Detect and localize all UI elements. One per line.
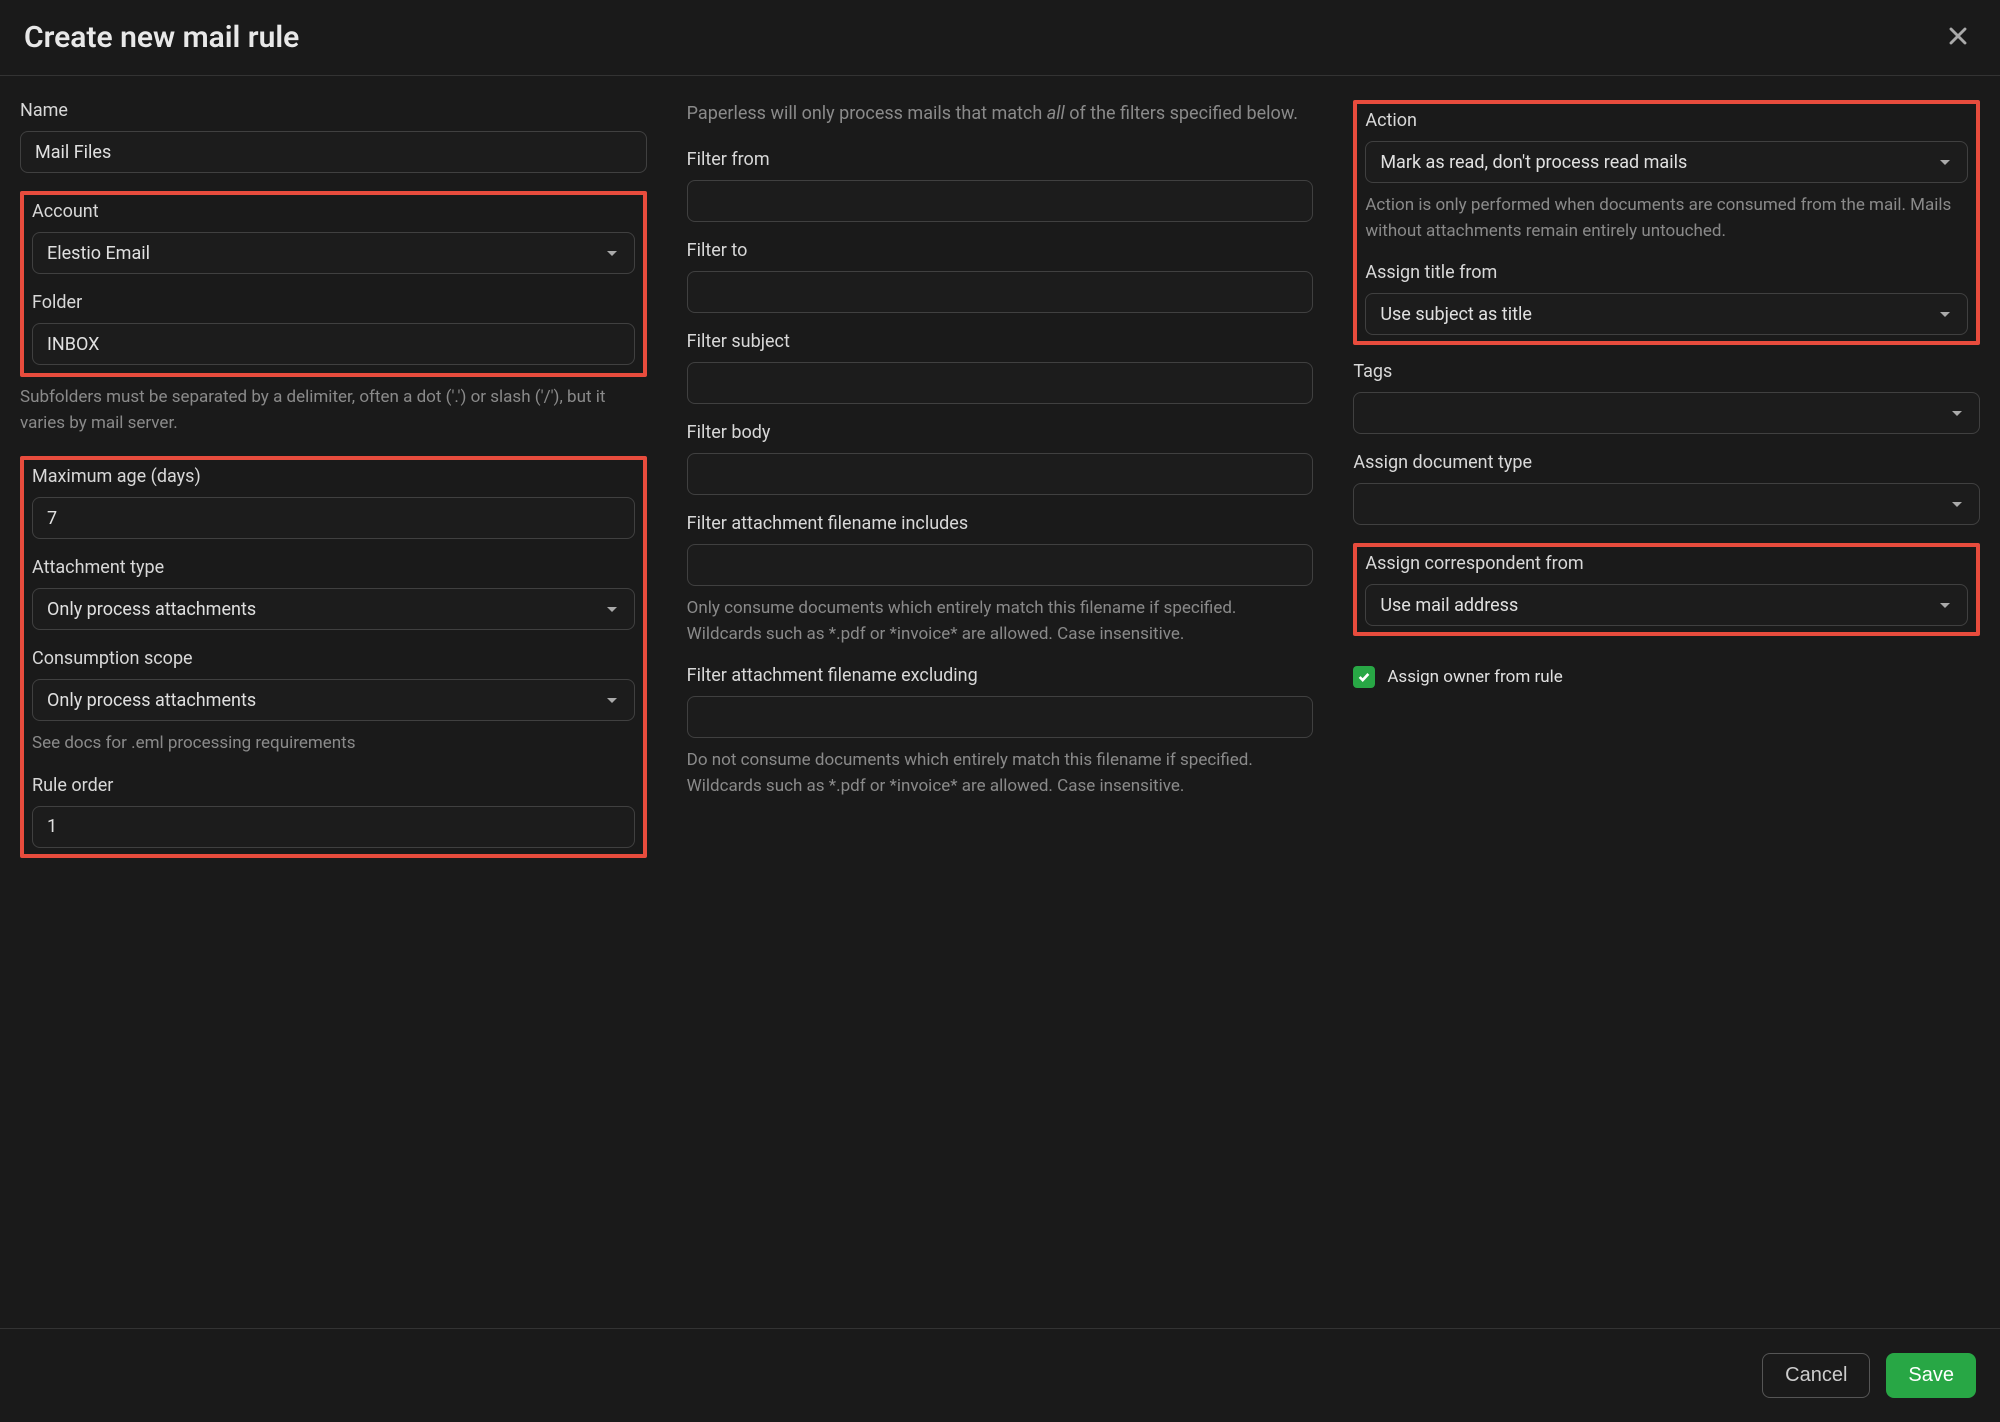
assign-title-field-group: Assign title from Use subject as title bbox=[1365, 262, 1968, 335]
rule-order-label: Rule order bbox=[32, 775, 635, 796]
action-value: Mark as read, don't process read mails bbox=[1380, 152, 1687, 173]
consumption-scope-help: See docs for .eml processing requirement… bbox=[32, 731, 635, 757]
filter-filename-excluding-field-group: Filter attachment filename excluding Do … bbox=[687, 665, 1314, 799]
filter-filename-includes-help: Only consume documents which entirely ma… bbox=[687, 596, 1314, 647]
close-button[interactable] bbox=[1940, 18, 1976, 57]
caret-down-icon bbox=[1937, 597, 1953, 613]
settings-highlight: Maximum age (days) Attachment type Only … bbox=[20, 456, 647, 858]
filter-body-input[interactable] bbox=[687, 453, 1314, 495]
account-field-group: Account Elestio Email bbox=[32, 201, 635, 274]
consumption-scope-field-group: Consumption scope Only process attachmen… bbox=[32, 648, 635, 757]
attachment-type-field-group: Attachment type Only process attachments bbox=[32, 557, 635, 630]
filter-subject-input[interactable] bbox=[687, 362, 1314, 404]
caret-down-icon bbox=[1937, 306, 1953, 322]
assign-doctype-label: Assign document type bbox=[1353, 452, 1980, 473]
correspondent-highlight: Assign correspondent from Use mail addre… bbox=[1353, 543, 1980, 636]
assign-title-select[interactable]: Use subject as title bbox=[1365, 293, 1968, 335]
consumption-scope-label: Consumption scope bbox=[32, 648, 635, 669]
filter-from-input[interactable] bbox=[687, 180, 1314, 222]
tags-select[interactable] bbox=[1353, 392, 1980, 434]
filter-from-label: Filter from bbox=[687, 149, 1314, 170]
action-select[interactable]: Mark as read, don't process read mails bbox=[1365, 141, 1968, 183]
account-folder-highlight: Account Elestio Email Folder bbox=[20, 191, 647, 377]
assign-doctype-select[interactable] bbox=[1353, 483, 1980, 525]
column-middle: Paperless will only process mails that m… bbox=[687, 100, 1314, 874]
folder-label: Folder bbox=[32, 292, 635, 313]
rule-order-input[interactable] bbox=[32, 806, 635, 848]
filter-filename-includes-input[interactable] bbox=[687, 544, 1314, 586]
save-button[interactable]: Save bbox=[1886, 1353, 1976, 1398]
attachment-type-value: Only process attachments bbox=[47, 599, 256, 620]
filter-filename-includes-field-group: Filter attachment filename includes Only… bbox=[687, 513, 1314, 647]
caret-down-icon bbox=[604, 692, 620, 708]
name-label: Name bbox=[20, 100, 647, 121]
consumption-scope-value: Only process attachments bbox=[47, 690, 256, 711]
caret-down-icon bbox=[604, 601, 620, 617]
filter-filename-excluding-input[interactable] bbox=[687, 696, 1314, 738]
assign-doctype-field-group: Assign document type bbox=[1353, 452, 1980, 525]
assign-correspondent-value: Use mail address bbox=[1380, 595, 1518, 616]
modal-header: Create new mail rule bbox=[0, 0, 2000, 76]
account-value: Elestio Email bbox=[47, 243, 150, 264]
filter-to-input[interactable] bbox=[687, 271, 1314, 313]
cancel-button[interactable]: Cancel bbox=[1762, 1353, 1870, 1398]
check-icon bbox=[1357, 670, 1371, 684]
column-left: Name Account Elestio Email Folder Subfol… bbox=[20, 100, 647, 874]
folder-field-group: Folder bbox=[32, 292, 635, 365]
tags-label: Tags bbox=[1353, 361, 1980, 382]
action-highlight: Action Mark as read, don't process read … bbox=[1353, 100, 1980, 345]
filter-subject-field-group: Filter subject bbox=[687, 331, 1314, 404]
action-help: Action is only performed when documents … bbox=[1365, 193, 1968, 244]
modal-footer: Cancel Save bbox=[0, 1328, 2000, 1422]
action-label: Action bbox=[1365, 110, 1968, 131]
account-select[interactable]: Elestio Email bbox=[32, 232, 635, 274]
max-age-input[interactable] bbox=[32, 497, 635, 539]
assign-title-label: Assign title from bbox=[1365, 262, 1968, 283]
consumption-scope-select[interactable]: Only process attachments bbox=[32, 679, 635, 721]
filter-subject-label: Filter subject bbox=[687, 331, 1314, 352]
max-age-field-group: Maximum age (days) bbox=[32, 466, 635, 539]
assign-owner-row[interactable]: Assign owner from rule bbox=[1353, 666, 1980, 688]
filter-filename-excluding-help: Do not consume documents which entirely … bbox=[687, 748, 1314, 799]
account-label: Account bbox=[32, 201, 635, 222]
assign-owner-label: Assign owner from rule bbox=[1387, 667, 1562, 687]
rule-order-field-group: Rule order bbox=[32, 775, 635, 848]
name-input[interactable] bbox=[20, 131, 647, 173]
attachment-type-select[interactable]: Only process attachments bbox=[32, 588, 635, 630]
filter-to-label: Filter to bbox=[687, 240, 1314, 261]
folder-help: Subfolders must be separated by a delimi… bbox=[20, 385, 647, 436]
modal-body: Name Account Elestio Email Folder Subfol… bbox=[0, 76, 2000, 894]
tags-field-group: Tags bbox=[1353, 361, 1980, 434]
assign-correspondent-select[interactable]: Use mail address bbox=[1365, 584, 1968, 626]
action-field-group: Action Mark as read, don't process read … bbox=[1365, 110, 1968, 244]
filter-body-label: Filter body bbox=[687, 422, 1314, 443]
attachment-type-label: Attachment type bbox=[32, 557, 635, 578]
caret-down-icon bbox=[1949, 405, 1965, 421]
assign-title-value: Use subject as title bbox=[1380, 304, 1532, 325]
caret-down-icon bbox=[604, 245, 620, 261]
filter-intro: Paperless will only process mails that m… bbox=[687, 100, 1314, 127]
close-icon bbox=[1944, 22, 1972, 50]
filter-filename-includes-label: Filter attachment filename includes bbox=[687, 513, 1314, 534]
assign-owner-checkbox[interactable] bbox=[1353, 666, 1375, 688]
filter-filename-excluding-label: Filter attachment filename excluding bbox=[687, 665, 1314, 686]
caret-down-icon bbox=[1949, 496, 1965, 512]
modal-title: Create new mail rule bbox=[24, 20, 299, 55]
folder-input[interactable] bbox=[32, 323, 635, 365]
filter-from-field-group: Filter from bbox=[687, 149, 1314, 222]
assign-correspondent-field-group: Assign correspondent from Use mail addre… bbox=[1365, 553, 1968, 626]
assign-correspondent-label: Assign correspondent from bbox=[1365, 553, 1968, 574]
filter-to-field-group: Filter to bbox=[687, 240, 1314, 313]
max-age-label: Maximum age (days) bbox=[32, 466, 635, 487]
filter-body-field-group: Filter body bbox=[687, 422, 1314, 495]
caret-down-icon bbox=[1937, 154, 1953, 170]
column-right: Action Mark as read, don't process read … bbox=[1353, 100, 1980, 874]
name-field-group: Name bbox=[20, 100, 647, 173]
